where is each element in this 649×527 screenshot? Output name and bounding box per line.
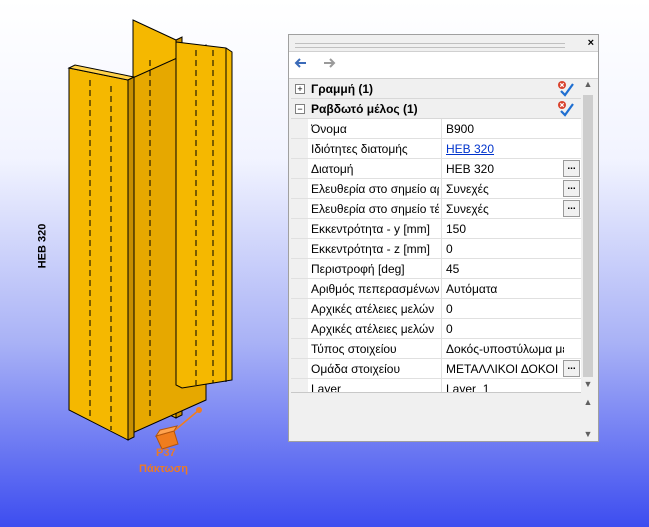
expander-toggle[interactable]: − xyxy=(295,104,305,114)
property-row[interactable]: Αριθμός πεπερασμένων Αυτόματα xyxy=(291,279,581,299)
row-gutter xyxy=(291,199,308,218)
group-title: Γραμμή (1) xyxy=(311,82,374,96)
property-value[interactable]: 150 xyxy=(446,222,564,236)
group-row[interactable]: + Γραμμή (1) xyxy=(291,79,581,99)
close-button[interactable]: × xyxy=(588,37,594,49)
property-row[interactable]: Όνομα B900 xyxy=(291,119,581,139)
property-name: Τύπος στοιχείου xyxy=(311,342,397,356)
row-gutter xyxy=(291,359,308,378)
property-name: Περιστροφή [deg] xyxy=(311,262,405,276)
row-gutter xyxy=(291,219,308,238)
node-point[interactable] xyxy=(196,407,202,413)
column-divider xyxy=(441,119,442,138)
property-name: Διατομή xyxy=(311,162,354,176)
chevron-down-icon[interactable]: ▼ xyxy=(582,429,594,441)
column-divider xyxy=(441,339,442,358)
property-row[interactable]: Ελευθερία στο σημείο αρ Συνεχές... xyxy=(291,179,581,199)
column-divider xyxy=(441,239,442,258)
property-row[interactable]: Εκκεντρότητα - z [mm] 0 xyxy=(291,239,581,259)
support-name: Πάκτωση xyxy=(139,463,188,475)
property-value[interactable]: 45 xyxy=(446,262,564,276)
support-code: P37 xyxy=(156,447,176,459)
column-divider xyxy=(441,279,442,298)
property-row[interactable]: Αρχικές ατέλειες μελών 0 xyxy=(291,299,581,319)
column-divider xyxy=(441,159,442,178)
property-row[interactable]: Ομάδα στοιχείου ΜΕΤΑΛΛΙΚΟΙ ΔΟΚΟΙ... xyxy=(291,359,581,379)
property-name: Ελευθερία στο σημείο αρ xyxy=(311,182,439,196)
section-label: HEB 320 xyxy=(36,223,49,269)
panel-titlebar[interactable]: × xyxy=(289,35,598,51)
property-name: Εκκεντρότητα - y [mm] xyxy=(311,222,431,236)
row-gutter xyxy=(291,159,308,178)
property-row[interactable]: Ιδιότητες διατομής HEB 320 xyxy=(291,139,581,159)
property-row[interactable]: Εκκεντρότητα - y [mm] 150 xyxy=(291,219,581,239)
property-row[interactable]: Διατομή HEB 320... xyxy=(291,159,581,179)
property-name: Όνομα xyxy=(311,122,347,136)
front-flange xyxy=(68,67,129,441)
property-name: Αριθμός πεπερασμένων xyxy=(311,282,439,296)
property-row[interactable]: Αρχικές ατέλειες μελών 0 xyxy=(291,319,581,339)
grip-line xyxy=(295,43,565,48)
arrow-left-icon[interactable] xyxy=(293,55,309,74)
property-value[interactable]: 0 xyxy=(446,242,564,256)
property-name: Εκκεντρότητα - z [mm] xyxy=(311,242,431,256)
column-divider xyxy=(441,299,442,318)
property-row[interactable]: Τύπος στοιχείου Δοκός-υποστύλωμα με xyxy=(291,339,581,359)
column-divider xyxy=(441,199,442,218)
row-gutter xyxy=(291,139,308,158)
property-value[interactable]: 0 xyxy=(446,322,564,336)
column-divider xyxy=(441,179,442,198)
expander-toggle[interactable]: + xyxy=(295,84,305,94)
ellipsis-button[interactable]: ... xyxy=(563,180,580,197)
property-grid: + Γραμμή (1) − Ραβδωτό μέλος (1) Όνομα B900 Ιδ… xyxy=(291,79,581,431)
group-row[interactable]: − Ραβδωτό μέλος (1) xyxy=(291,99,581,119)
status-check-icon xyxy=(558,101,574,117)
row-gutter xyxy=(291,119,308,138)
property-name: Ελευθερία στο σημείο τέ xyxy=(311,202,439,216)
property-name: Ιδιότητες διατομής xyxy=(311,142,408,156)
chevron-up-icon[interactable]: ▲ xyxy=(582,397,594,409)
status-check-icon xyxy=(558,81,574,97)
property-row[interactable]: Ελευθερία στο σημείο τέ Συνεχές... xyxy=(291,199,581,219)
vertical-scrollbar[interactable]: ▲ ▼ ▲ ▼ xyxy=(581,79,595,441)
column-divider xyxy=(441,259,442,278)
property-value[interactable]: Συνεχές xyxy=(446,202,564,216)
property-value[interactable]: Αυτόματα xyxy=(446,282,564,296)
properties-panel: × + Γραμμή (1) − Ραβδωτό μέλος (1) Όνομα B900… xyxy=(288,34,599,442)
property-row[interactable]: Περιστροφή [deg] 45 xyxy=(291,259,581,279)
chevron-up-icon[interactable]: ▲ xyxy=(582,79,594,91)
property-name: Αρχικές ατέλειες μελών xyxy=(311,322,435,336)
row-gutter xyxy=(291,239,308,258)
property-name: Αρχικές ατέλειες μελών xyxy=(311,302,435,316)
description-area xyxy=(291,392,581,441)
property-value[interactable]: Δοκός-υποστύλωμα με xyxy=(446,342,564,356)
column-divider xyxy=(441,139,442,158)
property-value[interactable]: 0 xyxy=(446,302,564,316)
navigation-bar xyxy=(289,51,598,79)
property-name: Ομάδα στοιχείου xyxy=(311,362,401,376)
property-value[interactable]: HEB 320 xyxy=(446,142,564,156)
row-gutter xyxy=(291,319,308,338)
row-gutter xyxy=(291,299,308,318)
property-value[interactable]: HEB 320 xyxy=(446,162,564,176)
row-gutter xyxy=(291,259,308,278)
property-value[interactable]: ΜΕΤΑΛΛΙΚΟΙ ΔΟΚΟΙ xyxy=(446,362,564,376)
column-divider xyxy=(441,319,442,338)
row-gutter xyxy=(291,279,308,298)
chevron-down-icon[interactable]: ▼ xyxy=(582,379,594,391)
front-flange-side xyxy=(127,76,135,441)
right-flange xyxy=(175,41,233,389)
property-value[interactable]: Συνεχές xyxy=(446,182,564,196)
arrow-right-icon[interactable] xyxy=(321,55,337,74)
row-gutter xyxy=(291,179,308,198)
column-divider xyxy=(441,219,442,238)
ellipsis-button[interactable]: ... xyxy=(563,200,580,217)
row-gutter xyxy=(291,339,308,358)
ellipsis-button[interactable]: ... xyxy=(563,360,580,377)
property-value[interactable]: B900 xyxy=(446,122,564,136)
group-title: Ραβδωτό μέλος (1) xyxy=(311,102,418,116)
ellipsis-button[interactable]: ... xyxy=(563,160,580,177)
column-divider xyxy=(441,359,442,378)
scroll-thumb[interactable] xyxy=(583,95,593,377)
